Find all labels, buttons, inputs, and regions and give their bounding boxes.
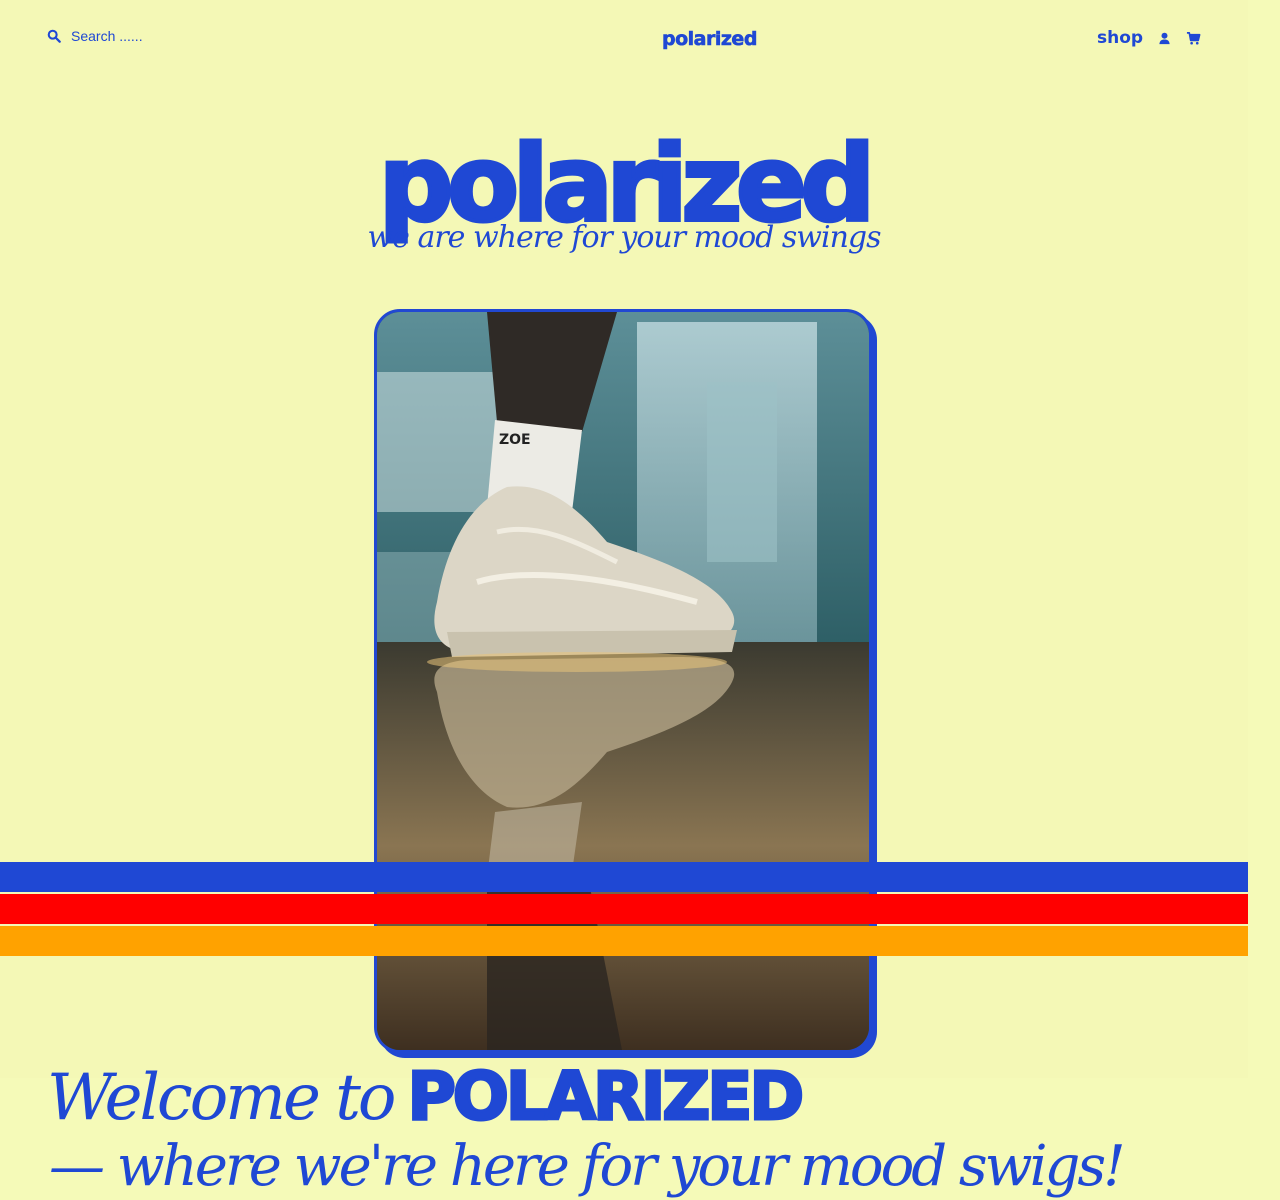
- welcome-brand: POLARIZED: [406, 1057, 806, 1137]
- search-icon[interactable]: [47, 29, 61, 43]
- nav-logo[interactable]: polarized: [662, 28, 758, 51]
- shop-link[interactable]: shop: [1097, 28, 1143, 48]
- welcome-subline: — where we're here for your mood swigs!: [49, 1134, 1126, 1199]
- cart-icon[interactable]: [1186, 31, 1201, 46]
- site-header: polarized shop: [0, 0, 1248, 80]
- welcome-heading: Welcome to POLARIZED: [47, 1057, 806, 1137]
- user-icon[interactable]: [1157, 31, 1172, 46]
- sock-text: ZOE: [499, 432, 531, 448]
- search-input[interactable]: [71, 28, 191, 44]
- search-bar[interactable]: [47, 28, 191, 44]
- nav-actions: shop: [1097, 28, 1201, 48]
- stripe-red: [0, 894, 1248, 924]
- hero-tagline: we are where for your mood swings: [367, 220, 881, 255]
- stripe-orange: [0, 926, 1248, 956]
- welcome-prefix: Welcome to: [47, 1061, 396, 1135]
- stripe-blue: [0, 862, 1248, 892]
